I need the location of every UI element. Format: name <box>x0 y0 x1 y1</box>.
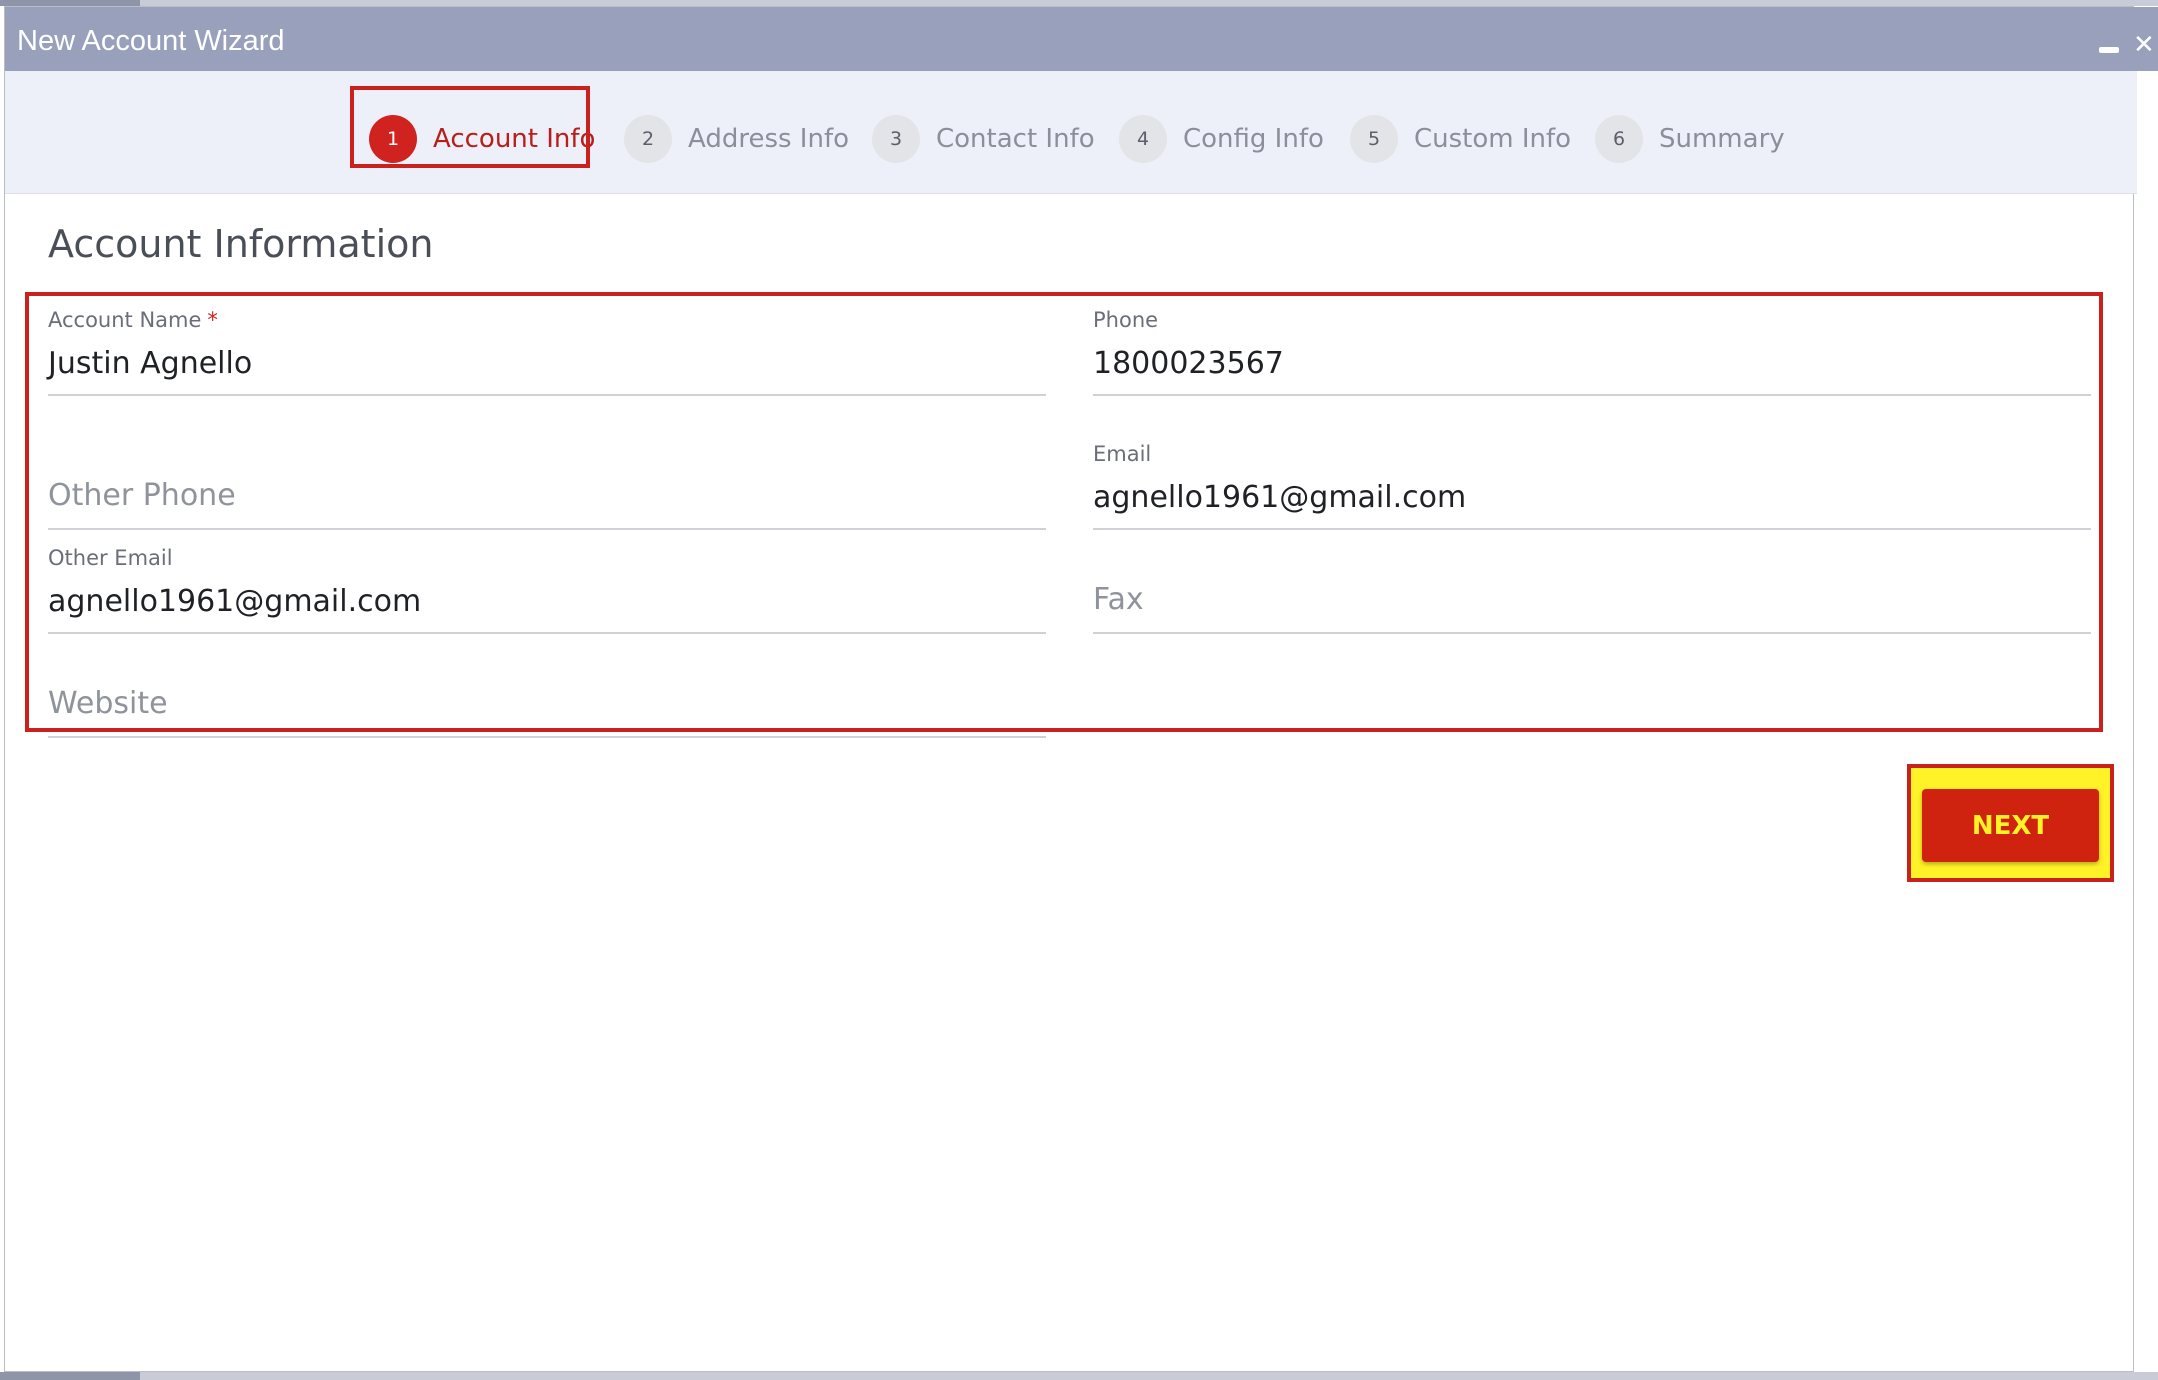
step-number: 2 <box>624 115 672 163</box>
step-address-info[interactable]: 2 Address Info <box>624 113 849 165</box>
other-phone-field[interactable]: Other Phone <box>48 478 1046 530</box>
account-name-label: Account Name * <box>48 308 218 332</box>
active-step-highlight <box>350 86 590 168</box>
phone-label: Phone <box>1093 308 1159 332</box>
step-custom-info[interactable]: 5 Custom Info <box>1350 113 1571 165</box>
title-bar: New Account Wizard ✕ <box>5 7 2158 71</box>
step-number: 3 <box>872 115 920 163</box>
phone-field[interactable]: Phone 1800023567 <box>1093 308 2091 396</box>
step-label: Address Info <box>688 124 850 154</box>
step-summary[interactable]: 6 Summary <box>1595 113 1785 165</box>
section-title: Account Information <box>48 222 434 266</box>
step-label: Summary <box>1659 124 1785 154</box>
minimize-icon[interactable] <box>2099 47 2119 53</box>
step-label: Custom Info <box>1414 124 1572 154</box>
fax-field[interactable]: Fax <box>1093 582 2091 634</box>
bottom-strip <box>0 1372 2158 1380</box>
email-label: Email <box>1093 442 1152 466</box>
next-button[interactable]: NEXT <box>1922 789 2099 862</box>
step-config-info[interactable]: 4 Config Info <box>1119 113 1324 165</box>
step-label: Config Info <box>1183 124 1324 154</box>
step-number: 6 <box>1595 115 1643 163</box>
window-title: New Account Wizard <box>17 25 285 57</box>
close-icon[interactable]: ✕ <box>2133 31 2155 57</box>
website-input[interactable]: Website <box>48 686 1046 726</box>
wizard-stepper: 1 Account Info 2 Address Info 3 Contact … <box>5 71 2137 194</box>
other-email-input[interactable]: agnello1961@gmail.com <box>48 584 1046 624</box>
website-field[interactable]: Website <box>48 686 1046 738</box>
email-field[interactable]: Email agnello1961@gmail.com <box>1093 442 2091 530</box>
step-number: 4 <box>1119 115 1167 163</box>
other-email-field[interactable]: Other Email agnello1961@gmail.com <box>48 546 1046 634</box>
step-number: 5 <box>1350 115 1398 163</box>
required-marker: * <box>207 308 218 332</box>
step-contact-info[interactable]: 3 Contact Info <box>872 113 1095 165</box>
account-name-field[interactable]: Account Name * Justin Agnello <box>48 308 1046 396</box>
fax-input[interactable]: Fax <box>1093 582 2091 622</box>
phone-input[interactable]: 1800023567 <box>1093 346 2091 386</box>
step-label: Contact Info <box>936 124 1095 154</box>
other-phone-input[interactable]: Other Phone <box>48 478 1046 518</box>
email-input[interactable]: agnello1961@gmail.com <box>1093 480 2091 520</box>
other-email-label: Other Email <box>48 546 173 570</box>
account-name-input[interactable]: Justin Agnello <box>48 346 1046 386</box>
